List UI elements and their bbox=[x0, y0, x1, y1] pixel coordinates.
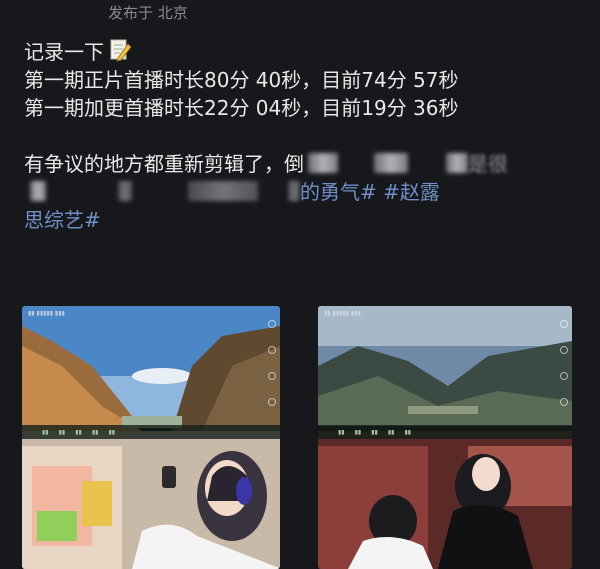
post-image-grid: ▮▮ ▮▮▮▮▮ ▮▮▮ ▮▮ ▮▮ ▮▮ ▮▮ ▮▮ ▮▮ ▮▮▮▮▮ ▮▮▮ ▮▮ ▮… bbox=[22, 306, 582, 569]
redacted-block bbox=[374, 153, 408, 173]
post-line-3: 第一期加更首播时长22分 04秒，目前19分 36秒 bbox=[24, 96, 459, 120]
post-line-6: 思综艺# bbox=[24, 206, 584, 234]
post-line-4-tail: 是很 bbox=[468, 152, 508, 176]
image-right-screenshot[interactable]: ▮▮ ▮▮▮▮▮ ▮▮▮ ▮▮ ▮▮ ▮▮ ▮▮ ▮▮ bbox=[318, 306, 572, 569]
redacted-block bbox=[30, 181, 46, 201]
redacted-block bbox=[288, 181, 300, 201]
post-line-4-prefix: 有争议的地方都重新剪辑了， bbox=[24, 152, 284, 176]
redacted-block bbox=[446, 153, 468, 173]
redacted-block bbox=[308, 153, 338, 173]
post-line-4-visible: 倒 bbox=[284, 152, 304, 176]
hashtag-zhaolusi[interactable]: 的勇气# #赵露 bbox=[300, 180, 440, 204]
redacted-block bbox=[188, 181, 258, 201]
post-line-2: 第一期正片首播时长80分 40秒，目前74分 57秒 bbox=[24, 68, 459, 92]
post-line-1: 记录一下 bbox=[24, 38, 584, 66]
image-left-screenshot[interactable]: ▮▮ ▮▮▮▮▮ ▮▮▮ ▮▮ ▮▮ ▮▮ ▮▮ ▮▮ bbox=[22, 306, 280, 569]
post-line-5: 的勇气# #赵露 bbox=[24, 178, 584, 206]
post-body: 记录一下 第一期正片首播时长80分 40秒，目前74分 57秒 第一期加更首播时… bbox=[24, 38, 584, 234]
post-line-4: 有争议的地方都重新剪辑了，倒 是很 bbox=[24, 150, 584, 178]
post-location: 发布于 北京 bbox=[108, 4, 188, 22]
post-line-1-text: 记录一下 bbox=[24, 40, 104, 64]
memo-pencil-icon bbox=[108, 38, 132, 62]
redacted-block bbox=[118, 181, 132, 201]
hashtag-zhaolusi-end[interactable]: 思综艺# bbox=[24, 208, 101, 232]
